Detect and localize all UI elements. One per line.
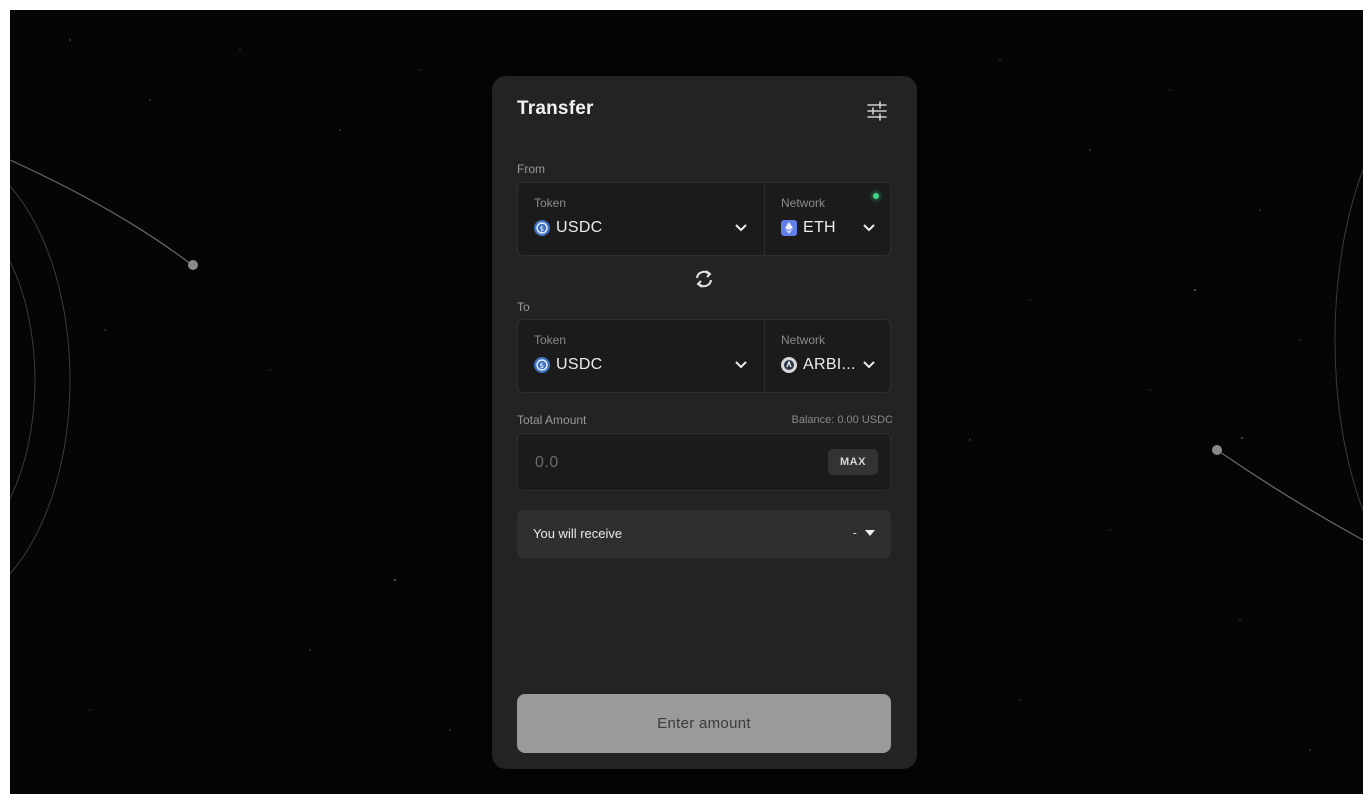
from-network-select[interactable]: Network ETH xyxy=(765,183,890,255)
from-label: From xyxy=(517,162,545,176)
from-token-value-wrap: $ USDC xyxy=(534,219,603,237)
chevron-down-icon xyxy=(735,361,747,369)
eth-badge-icon xyxy=(781,220,797,236)
balance-text: Balance: 0.00 USDC xyxy=(791,414,894,426)
amount-field: MAX xyxy=(517,433,891,491)
to-network-value: ARBI... xyxy=(803,356,856,373)
to-token-label: Token xyxy=(534,333,567,347)
sliders-icon xyxy=(867,101,887,121)
to-network-value-wrap: ARBI... xyxy=(781,356,856,374)
enter-amount-button[interactable]: Enter amount xyxy=(517,694,891,753)
amount-input[interactable] xyxy=(533,451,817,475)
from-network-value: ETH xyxy=(803,219,836,236)
max-button[interactable]: MAX xyxy=(828,449,878,475)
receive-label: You will receive xyxy=(533,526,623,541)
swap-direction-button[interactable] xyxy=(693,268,715,290)
to-network-label: Network xyxy=(781,333,826,347)
caret-down-icon xyxy=(865,530,875,536)
receive-summary-toggle[interactable]: You will receive - xyxy=(517,510,891,558)
total-amount-label: Total Amount xyxy=(517,413,587,427)
page-title: Transfer xyxy=(517,98,594,119)
svg-text:$: $ xyxy=(540,362,545,370)
usdc-coin-icon: $ xyxy=(534,220,550,236)
arbitrum-badge-icon xyxy=(781,357,797,373)
to-label: To xyxy=(517,300,530,314)
chevron-down-icon xyxy=(863,224,875,232)
to-selector: Token $ USDC Network ARBI... xyxy=(517,319,891,393)
usdc-coin-icon: $ xyxy=(534,357,550,373)
transfer-card: Transfer From Token $ USDC Network ETH T… xyxy=(492,76,917,769)
status-dot-icon xyxy=(873,193,879,199)
receive-value: - xyxy=(852,525,857,540)
from-network-label: Network xyxy=(781,196,826,210)
to-token-value: USDC xyxy=(556,356,603,373)
to-token-select[interactable]: Token $ USDC xyxy=(518,320,765,392)
chevron-down-icon xyxy=(735,224,747,232)
to-token-value-wrap: $ USDC xyxy=(534,356,603,374)
from-token-label: Token xyxy=(534,196,567,210)
svg-text:$: $ xyxy=(540,225,545,233)
app-background: Transfer From Token $ USDC Network ETH T… xyxy=(10,10,1363,794)
from-token-value: USDC xyxy=(556,219,603,236)
from-selector: Token $ USDC Network ETH xyxy=(517,182,891,256)
chevron-down-icon xyxy=(863,361,875,369)
settings-button[interactable] xyxy=(866,100,888,122)
to-network-select[interactable]: Network ARBI... xyxy=(765,320,890,392)
swap-arrows-icon xyxy=(696,270,712,288)
from-token-select[interactable]: Token $ USDC xyxy=(518,183,765,255)
from-network-value-wrap: ETH xyxy=(781,219,836,237)
